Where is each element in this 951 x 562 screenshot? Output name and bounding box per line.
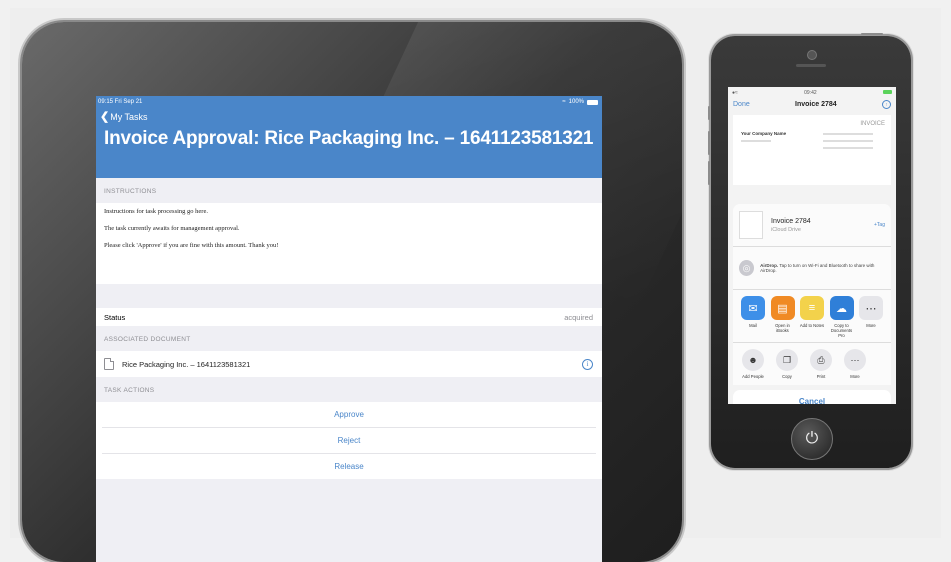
print-icon: ⎙ xyxy=(810,349,832,371)
ipad-device: 09:15 Fri Sep 21 ≈ 100% ❮ My Tasks Invoi… xyxy=(22,22,682,562)
more-icon: ⋯ xyxy=(859,296,883,320)
wifi-icon: ≈ xyxy=(562,99,566,105)
text-line xyxy=(741,140,771,142)
share-apps-row: ✉ Mail ▤ Open in iBooks ≡ Add to Notes ☁… xyxy=(733,290,891,343)
chevron-left-icon: ❮ xyxy=(100,111,110,123)
status-time: 09:15 Fri Sep 21 xyxy=(98,99,143,105)
invoice-label: INVOICE xyxy=(860,121,885,127)
file-location: iCloud Drive xyxy=(771,226,801,233)
text-line xyxy=(823,140,873,142)
action-label: More xyxy=(850,374,860,379)
signal-icon: ●≈ xyxy=(732,90,738,96)
text-line xyxy=(823,133,873,135)
action-label: Copy xyxy=(782,374,792,379)
cancel-button[interactable]: Cancel xyxy=(733,390,891,404)
instruction-line: The task currently awaits for management… xyxy=(104,225,240,232)
front-camera xyxy=(807,50,817,60)
more-icon: ⋯ xyxy=(844,349,866,371)
phone-status-time: 09:42 xyxy=(804,90,817,96)
share-app-ibooks[interactable]: ▤ Open in iBooks xyxy=(769,296,797,338)
text-line xyxy=(823,147,873,149)
instruction-line: Instructions for task processing go here… xyxy=(104,208,208,215)
mute-switch xyxy=(708,106,710,120)
approve-button[interactable]: Approve xyxy=(102,402,596,428)
home-button[interactable]: ⏻ xyxy=(791,418,833,460)
volume-down-button xyxy=(708,161,710,185)
company-name: Your Company Name xyxy=(741,131,787,136)
iphone-screen: ●≈ 09:42 Done Invoice 2784 ↑ INVOICE You… xyxy=(728,87,896,404)
task-actions-header: TASK ACTIONS xyxy=(104,387,155,394)
tag-button[interactable]: +Tag xyxy=(874,222,885,228)
action-more[interactable]: ⋯ More xyxy=(841,349,869,379)
action-label: Print xyxy=(816,374,826,379)
action-label: Add People xyxy=(742,374,764,379)
airdrop-row[interactable]: ◎ AirDrop. Tap to turn on Wi-Fi and Blue… xyxy=(733,247,891,290)
instructions-header: INSTRUCTIONS xyxy=(104,188,157,195)
copy-icon: ❐ xyxy=(776,349,798,371)
document-icon xyxy=(104,358,114,370)
share-app-more[interactable]: ⋯ More xyxy=(857,296,885,338)
file-name: Invoice 2784 xyxy=(771,217,811,225)
task-actions-list: Approve Reject Release xyxy=(96,402,602,479)
documents-icon: ☁ xyxy=(829,296,854,320)
app-label: Copy to Documents Pro xyxy=(830,323,853,338)
iphone-device: ●≈ 09:42 Done Invoice 2784 ↑ INVOICE You… xyxy=(708,33,911,468)
battery-icon xyxy=(883,90,892,94)
share-sheet: Invoice 2784 iCloud Drive +Tag ◎ AirDrop… xyxy=(733,204,891,404)
ipad-screen: 09:15 Fri Sep 21 ≈ 100% ❮ My Tasks Invoi… xyxy=(96,96,602,562)
status-bar: 09:15 Fri Sep 21 ≈ 100% xyxy=(98,99,598,105)
app-label: Mail xyxy=(749,323,757,328)
volume-up-button xyxy=(708,131,710,155)
back-button[interactable]: ❮ My Tasks xyxy=(100,110,148,123)
share-icon[interactable]: ↑ xyxy=(882,100,891,109)
phone-status-bar: ●≈ 09:42 xyxy=(728,87,896,96)
share-app-notes[interactable]: ≡ Add to Notes xyxy=(798,296,826,338)
ibooks-icon: ▤ xyxy=(770,296,795,320)
airdrop-icon: ◎ xyxy=(739,260,755,276)
mail-icon: ✉ xyxy=(741,296,765,320)
info-icon[interactable]: i xyxy=(582,358,593,370)
power-button xyxy=(861,33,883,35)
invoice-preview: INVOICE Your Company Name xyxy=(733,115,891,185)
share-actions-row: ☻ Add People ❐ Copy ⎙ Print ⋯ More xyxy=(733,343,891,385)
status-value: acquired xyxy=(564,312,593,322)
earpiece-speaker xyxy=(796,64,826,67)
battery-icon xyxy=(587,99,598,105)
done-button[interactable]: Done xyxy=(733,101,750,108)
phone-nav-bar: Done Invoice 2784 ↑ xyxy=(728,96,896,113)
action-copy[interactable]: ❐ Copy xyxy=(773,349,801,379)
file-thumbnail xyxy=(739,211,763,239)
action-print[interactable]: ⎙ Print xyxy=(807,349,835,379)
app-label: Add to Notes xyxy=(799,323,825,328)
battery-percent: 100% xyxy=(568,99,584,105)
airdrop-text: Tap to turn on Wi-Fi and Bluetooth to sh… xyxy=(760,263,875,273)
back-label: My Tasks xyxy=(110,111,148,122)
notes-icon: ≡ xyxy=(800,296,824,320)
file-row: Invoice 2784 iCloud Drive +Tag xyxy=(733,204,891,247)
add-people-icon: ☻ xyxy=(742,349,764,371)
phone-title: Invoice 2784 xyxy=(795,101,837,108)
instructions-panel: Instructions for task processing go here… xyxy=(96,203,602,284)
app-label: More xyxy=(866,323,876,328)
release-button[interactable]: Release xyxy=(102,454,596,479)
app-label: Open in iBooks xyxy=(775,323,790,333)
document-name: Rice Packaging Inc. – 1641123581321 xyxy=(122,359,251,369)
share-app-mail[interactable]: ✉ Mail xyxy=(739,296,767,338)
navigation-header: 09:15 Fri Sep 21 ≈ 100% ❮ My Tasks Invoi… xyxy=(96,96,602,178)
share-app-documents[interactable]: ☁ Copy to Documents Pro xyxy=(828,296,856,338)
instruction-line: Please click 'Approve' if you are fine w… xyxy=(104,242,279,249)
status-row: Status acquired xyxy=(96,308,602,326)
page-title: Invoice Approval: Rice Packaging Inc. – … xyxy=(104,128,594,149)
document-header: ASSOCIATED DOCUMENT xyxy=(104,336,191,343)
document-row[interactable]: Rice Packaging Inc. – 1641123581321 i xyxy=(96,351,602,377)
status-label: Status xyxy=(104,312,126,322)
reject-button[interactable]: Reject xyxy=(102,428,596,454)
power-icon: ⏻ xyxy=(805,430,819,447)
action-add-people[interactable]: ☻ Add People xyxy=(739,349,767,379)
